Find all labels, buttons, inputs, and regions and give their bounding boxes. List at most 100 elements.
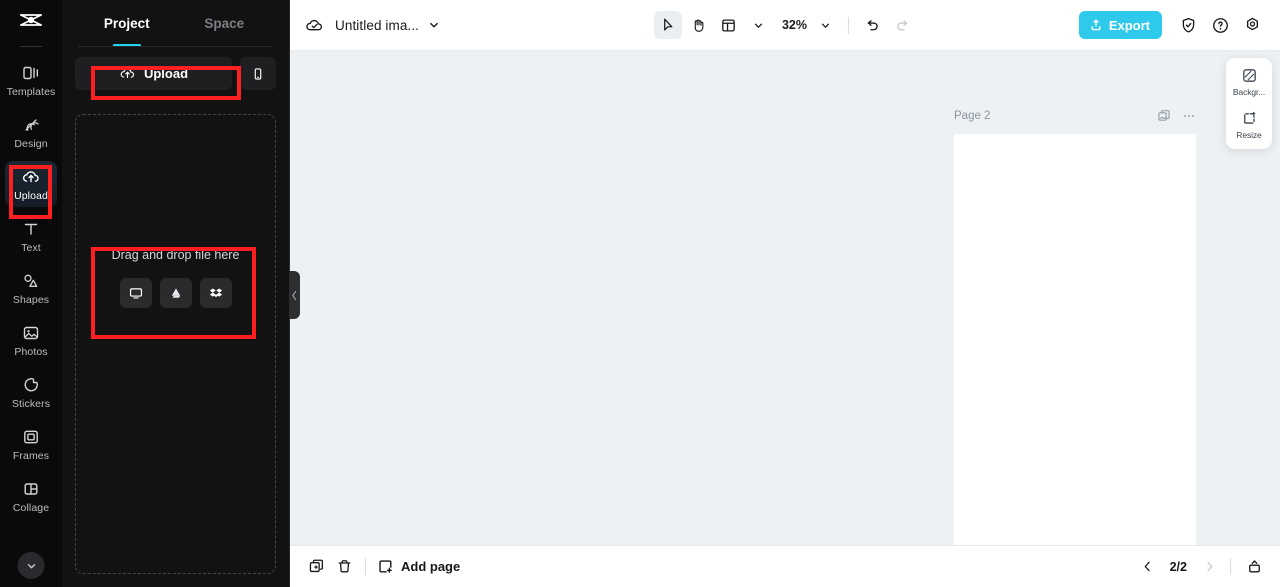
cloud-check-icon (304, 15, 325, 36)
sidebar-item-collage[interactable]: Collage (5, 473, 57, 519)
topbar-right-group: Export (1078, 11, 1266, 39)
frames-icon (21, 427, 41, 447)
top-toolbar: Untitled ima... 32% Export (290, 0, 1280, 51)
page-canvas[interactable] (954, 134, 1196, 545)
sidebar-item-frames[interactable]: Frames (5, 421, 57, 467)
present-icon (1246, 558, 1263, 575)
resize-tool[interactable]: Resize (1226, 110, 1272, 140)
duplicate-icon (308, 558, 325, 575)
prev-page-button[interactable] (1136, 555, 1160, 579)
chevron-right-icon (1206, 561, 1212, 572)
help-button[interactable] (1206, 11, 1234, 39)
upload-cloud-icon (21, 167, 41, 187)
chevron-down-icon (25, 560, 37, 572)
main-area: Untitled ima... 32% Export Page 2 Backgr… (290, 0, 1280, 587)
page-counter: 2/2 (1169, 559, 1187, 574)
sidebar-label: Design (14, 138, 48, 150)
sidebar-item-shapes[interactable]: Shapes (5, 265, 57, 311)
chevron-left-icon (1144, 561, 1150, 572)
panel-tabs: Project Space (62, 0, 289, 47)
shapes-icon (21, 271, 41, 291)
layout-caret-button[interactable] (744, 11, 772, 39)
mobile-upload-button[interactable] (240, 57, 276, 90)
tab-space[interactable]: Space (176, 0, 274, 47)
shield-check-button[interactable] (1174, 11, 1202, 39)
duplicate-page-button[interactable] (302, 553, 330, 581)
zoom-caret-button[interactable] (811, 11, 839, 39)
sidebar-item-stickers[interactable]: Stickers (5, 369, 57, 415)
rail-divider (20, 46, 42, 47)
next-page-button[interactable] (1197, 555, 1221, 579)
select-arrow-tool[interactable] (653, 11, 682, 39)
upload-button[interactable]: Upload (75, 57, 232, 90)
more-options-icon[interactable] (1182, 109, 1196, 123)
resize-icon (1241, 110, 1258, 127)
source-dropbox-button[interactable] (199, 278, 232, 308)
source-computer-button[interactable] (119, 278, 152, 308)
redo-icon (894, 17, 911, 34)
help-question-icon (1211, 16, 1230, 35)
sidebar-label: Text (21, 242, 41, 254)
bottombar-divider (365, 558, 366, 575)
rail-collapse-button[interactable] (17, 552, 45, 579)
duplicate-page-icon[interactable] (1157, 109, 1171, 123)
chevron-down-icon[interactable] (428, 19, 440, 31)
chevron-left-icon (291, 290, 298, 301)
export-button[interactable]: Export (1078, 11, 1162, 39)
select-arrow-icon (659, 17, 676, 34)
upload-panel: Project Space Upload Drag and drop file … (62, 0, 290, 587)
mobile-phone-icon (250, 66, 266, 82)
shield-check-icon (1179, 16, 1198, 35)
background-label: Backgr... (1232, 87, 1266, 97)
source-google-drive-button[interactable] (159, 278, 192, 308)
background-icon (1241, 67, 1258, 84)
settings-gear-icon (1243, 16, 1262, 35)
sidebar-item-templates[interactable]: Templates (5, 57, 57, 103)
undo-button[interactable] (858, 11, 886, 39)
resize-label: Resize (1236, 130, 1262, 140)
dropzone-text: Drag and drop file here (111, 248, 240, 262)
google-drive-icon (168, 285, 184, 301)
sidebar-item-text[interactable]: Text (5, 213, 57, 259)
settings-button[interactable] (1238, 11, 1266, 39)
dropbox-icon (208, 285, 224, 301)
bottom-toolbar: Add page 2/2 (290, 545, 1280, 587)
redo-button[interactable] (888, 11, 916, 39)
computer-icon (128, 285, 144, 301)
panel-collapse-handle[interactable] (289, 271, 300, 319)
document-title[interactable]: Untitled ima... (335, 18, 419, 33)
chevron-down-icon (754, 23, 762, 28)
templates-icon (21, 63, 41, 83)
sidebar-label: Upload (14, 190, 48, 202)
capcut-logo[interactable] (0, 0, 62, 46)
trash-icon (336, 558, 353, 575)
background-tool[interactable]: Backgr... (1226, 67, 1272, 97)
upload-button-label: Upload (143, 66, 189, 81)
hand-pan-tool[interactable] (684, 11, 712, 39)
tabs-underline (78, 46, 273, 47)
undo-icon (864, 17, 881, 34)
export-upload-icon (1089, 18, 1103, 32)
left-rail: Templates Design Upload Text Shapes Phot… (0, 0, 62, 587)
dropzone-content: Drag and drop file here (76, 248, 275, 308)
delete-page-button[interactable] (330, 553, 358, 581)
sidebar-label: Stickers (11, 398, 51, 410)
layout-grid-tool[interactable] (714, 11, 742, 39)
sidebar-item-upload[interactable]: Upload (5, 161, 57, 207)
hand-pan-icon (689, 17, 706, 34)
stickers-icon (21, 375, 41, 395)
canvas-area[interactable]: Page 2 Backgr... Resize (290, 51, 1280, 545)
sidebar-item-design[interactable]: Design (5, 109, 57, 155)
upload-sources (119, 278, 232, 308)
text-icon (21, 219, 41, 239)
zoom-level[interactable]: 32% (774, 18, 809, 32)
add-page-button[interactable]: Add page (377, 558, 460, 575)
present-button[interactable] (1240, 553, 1268, 581)
sidebar-item-photos[interactable]: Photos (5, 317, 57, 363)
sidebar-label: Templates (6, 86, 56, 98)
collage-icon (21, 479, 41, 499)
tab-project[interactable]: Project (78, 0, 176, 47)
sidebar-label: Shapes (12, 294, 50, 306)
add-page-icon (377, 558, 394, 575)
dropzone[interactable]: Drag and drop file here (75, 114, 276, 574)
